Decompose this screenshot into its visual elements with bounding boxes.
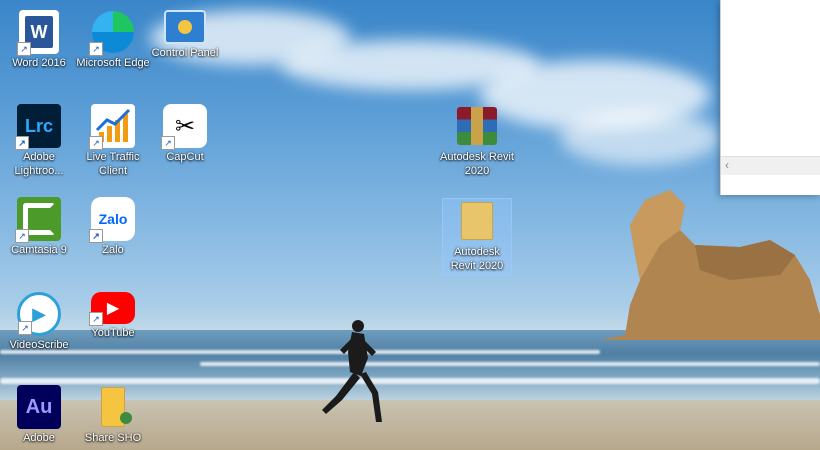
desktop-icon-zalo[interactable]: Zalo ↗ Zalo	[74, 197, 152, 257]
videoscribe-icon: ▶ ↗	[17, 292, 61, 336]
capcut-icon: ✂ ↗	[161, 104, 207, 150]
icon-label: YouTube	[91, 327, 135, 339]
shortcut-arrow-icon: ↗	[18, 321, 32, 335]
desktop-icon-control-panel[interactable]: Control Panel	[146, 10, 224, 60]
desktop-icon-edge[interactable]: ↗ Microsoft Edge	[74, 10, 152, 70]
shortcut-arrow-icon: ↗	[89, 312, 103, 326]
shortcut-arrow-icon: ↗	[161, 136, 175, 150]
icon-label: Word 2016	[12, 57, 66, 69]
icon-label: Share SHO	[84, 432, 142, 444]
folder-icon	[455, 199, 499, 243]
desktop-icon-word[interactable]: W ↗ Word 2016	[0, 10, 78, 70]
camtasia-icon: ↗	[15, 197, 61, 243]
icon-label: Autodesk Revit 2020	[440, 151, 514, 177]
icon-label: Camtasia 9	[11, 244, 67, 256]
icon-label: Live Traffic Client	[86, 151, 140, 177]
horizontal-scrollbar[interactable]: ‹	[721, 156, 820, 175]
desktop-icon-youtube[interactable]: ▶ ↗ YouTube	[74, 292, 152, 340]
explorer-window-partial[interactable]: ‹	[720, 0, 820, 195]
cloud	[560, 110, 720, 165]
icon-label: Microsoft Edge	[76, 57, 150, 69]
icon-label: CapCut	[166, 151, 204, 163]
lightroom-icon: Lrc ↗	[15, 104, 61, 150]
shortcut-arrow-icon: ↗	[15, 136, 29, 150]
desktop-icon-live-traffic[interactable]: ↗ Live Traffic Client	[74, 104, 152, 178]
live-traffic-icon: ↗	[89, 104, 135, 150]
youtube-icon: ▶ ↗	[89, 292, 135, 326]
shortcut-arrow-icon: ↗	[15, 229, 29, 243]
desktop-icon-lightroom[interactable]: Lrc ↗ Adobe Lightroo...	[0, 104, 78, 178]
share-folder-icon	[91, 385, 135, 429]
desktop-icon-audition[interactable]: Au Adobe	[0, 385, 78, 445]
wave-foam	[0, 350, 600, 354]
icon-label: Autodesk Revit 2020	[450, 246, 504, 272]
icon-label: Control Panel	[151, 47, 219, 59]
icon-label: Adobe	[23, 432, 55, 444]
shortcut-arrow-icon: ↗	[89, 229, 103, 243]
icon-label: Adobe Lightroo...	[14, 151, 64, 177]
shortcut-arrow-icon: ↗	[89, 42, 103, 56]
desktop-icon-camtasia[interactable]: ↗ Camtasia 9	[0, 197, 78, 257]
shortcut-arrow-icon: ↗	[17, 42, 31, 56]
control-panel-icon	[164, 10, 206, 44]
word-icon: W ↗	[17, 10, 59, 56]
wave-foam	[200, 362, 820, 366]
desktop-icon-capcut[interactable]: ✂ ↗ CapCut	[146, 104, 224, 164]
sea-rock	[600, 190, 820, 340]
zalo-icon: Zalo ↗	[89, 197, 135, 243]
desktop-icon-revit-folder[interactable]: Autodesk Revit 2020	[442, 198, 512, 276]
wave-foam	[0, 378, 820, 384]
edge-icon: ↗	[89, 10, 135, 56]
runner-silhouette	[322, 320, 382, 422]
icon-label: Zalo	[102, 244, 124, 256]
desktop-icon-videoscribe[interactable]: ▶ ↗ VideoScribe	[0, 292, 78, 352]
desktop-background[interactable]: W ↗ Word 2016 ↗ Microsoft Edge Control P…	[0, 0, 820, 450]
shortcut-arrow-icon: ↗	[89, 136, 103, 150]
winrar-archive-icon	[455, 104, 499, 148]
scroll-left-icon[interactable]: ‹	[725, 158, 729, 172]
audition-icon: Au	[17, 385, 61, 429]
desktop-icon-revit-archive[interactable]: Autodesk Revit 2020	[438, 104, 516, 178]
desktop-icon-share-sho[interactable]: Share SHO	[74, 385, 152, 445]
icon-label: VideoScribe	[9, 339, 69, 351]
